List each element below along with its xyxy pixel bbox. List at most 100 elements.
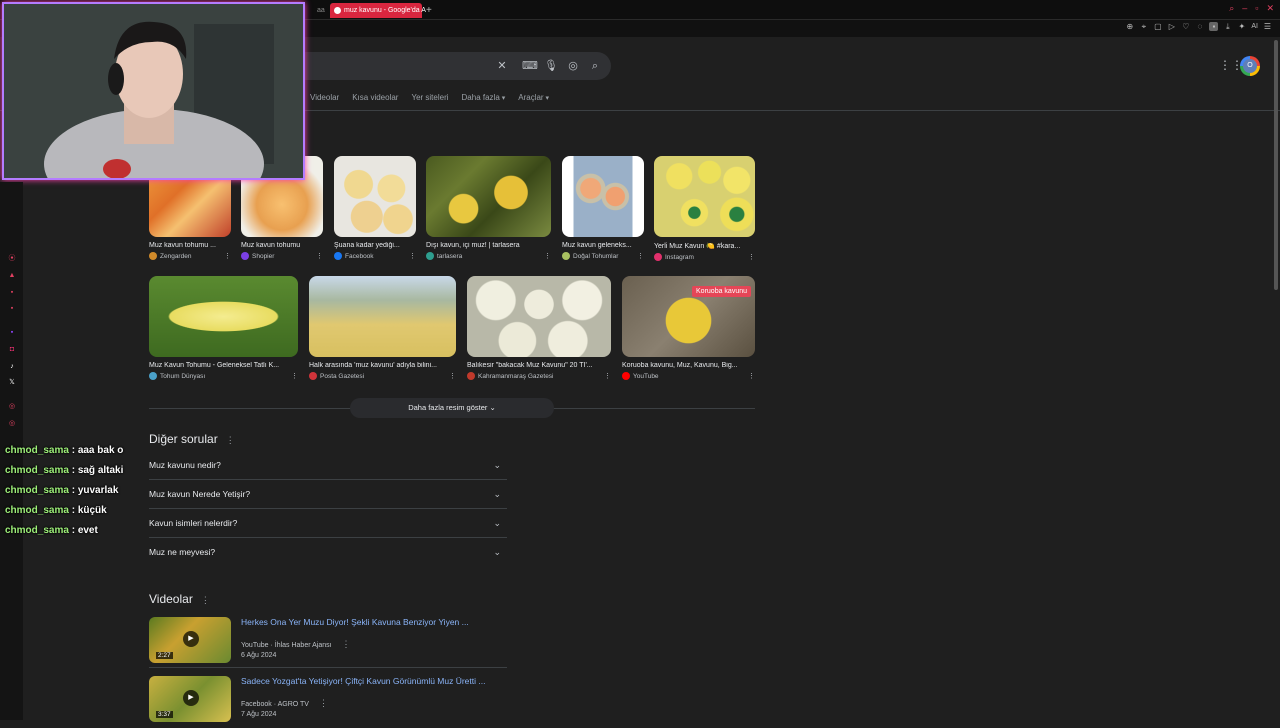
tab-more[interactable]: Daha fazla <box>462 93 506 102</box>
clear-icon[interactable]: ✕ <box>495 59 509 73</box>
paa-question[interactable]: Muz kavunu nedir? ⌄ <box>149 451 507 480</box>
image-result[interactable]: Koruoba kavunu Koruoba kavunu, Muz, Kavu… <box>622 276 755 380</box>
extension-icon[interactable]: ▪ <box>1209 22 1219 31</box>
menu-icon[interactable]: ☰ <box>1263 22 1272 31</box>
video-result[interactable]: ▶ 2:27 Herkes Ona Yer Muzu Diyor! Şekli … <box>149 617 507 668</box>
more-options-icon[interactable]: ⋮ <box>291 372 298 380</box>
video-thumbnail[interactable]: ▶ 2:27 <box>149 617 231 663</box>
source-name: Facebook <box>345 252 374 260</box>
paa-question[interactable]: Muz ne meyvesi? ⌄ <box>149 538 507 567</box>
tab-google-search[interactable]: muz kavunu - Google'da A <box>330 3 426 18</box>
image-thumbnail[interactable] <box>654 156 755 237</box>
chat-icon[interactable]: ◌ <box>1195 22 1204 31</box>
minimize-icon[interactable]: – <box>1242 3 1247 14</box>
x-icon: 𝕏 <box>9 379 15 386</box>
more-options-icon[interactable]: ⋮ <box>201 595 210 605</box>
image-title[interactable]: Dışı kavun, içi muz! | tarlasera <box>426 242 551 249</box>
paa-question[interactable]: Muz kavun Nerede Yetişir? ⌄ <box>149 480 507 509</box>
image-title[interactable]: Muz kavun tohumu <box>241 242 323 249</box>
image-source: Doğal Tohumlar <box>562 252 644 260</box>
image-result[interactable]: Balıkesir "bakacak Muz Kavunu" 20 TI'...… <box>467 276 611 380</box>
image-title[interactable]: Muz Kavun Tohumu - Geleneksel Tatlı K... <box>149 362 298 369</box>
image-thumbnail[interactable] <box>426 156 551 237</box>
paa-question[interactable]: Kavun isimleri nelerdir? ⌄ <box>149 509 507 538</box>
image-title[interactable]: Yerli Muz Kavun 🍋 #kara... <box>654 242 755 250</box>
more-options-icon[interactable]: ⋮ <box>544 252 551 260</box>
message-icon: ▪ <box>10 289 14 296</box>
image-source: Facebook <box>334 252 416 260</box>
source-favicon-icon <box>241 252 249 260</box>
image-title[interactable]: Muz kavun tohumu ... <box>149 242 231 249</box>
more-options-icon[interactable]: ⋮ <box>637 252 644 260</box>
more-options-icon[interactable]: ⋮ <box>748 372 755 380</box>
zoom-icon[interactable]: ⊕ <box>1125 22 1134 31</box>
video-title[interactable]: Herkes Ona Yer Muzu Diyor! Şekli Kavuna … <box>241 617 469 627</box>
tab-training[interactable]: aaining <box>303 3 325 18</box>
image-source: tarlasera <box>426 252 551 260</box>
search-icon[interactable]: ⌕ <box>1229 3 1234 14</box>
tab-places[interactable]: Yer siteleri <box>411 93 448 102</box>
image-title[interactable]: Şuana kadar yediği... <box>334 242 416 249</box>
pin-icon[interactable]: ⌖ <box>1139 22 1148 31</box>
tab-tools[interactable]: Araçlar <box>518 93 549 102</box>
image-title[interactable]: Koruoba kavunu, Muz, Kavunu, Big... <box>622 362 755 369</box>
image-result[interactable]: Dışı kavun, içi muz! | tarlasera tarlase… <box>426 156 551 260</box>
apps-grid-icon[interactable]: ⋮⋮ <box>1219 59 1243 71</box>
image-result[interactable]: Muz kavun geleneks... Doğal Tohumlar ⋮ <box>562 156 644 260</box>
image-thumbnail[interactable] <box>562 156 644 237</box>
tab-short-videos[interactable]: Kısa videolar <box>352 93 398 102</box>
new-tab-button[interactable]: + <box>426 3 432 18</box>
video-channel: AGRO TV <box>277 701 309 708</box>
more-options-icon[interactable]: ⋮ <box>409 252 416 260</box>
image-result[interactable]: Yerli Muz Kavun 🍋 #kara... Instagram ⋮ <box>654 156 755 261</box>
ai-button[interactable]: AI <box>1251 23 1258 30</box>
more-options-icon[interactable]: ⋮ <box>449 372 456 380</box>
window-controls: ⌕ – ▫ ✕ <box>1229 3 1274 14</box>
maximize-icon[interactable]: ▫ <box>1255 3 1258 14</box>
image-result[interactable]: Muz Kavun Tohumu - Geleneksel Tatlı K...… <box>149 276 298 380</box>
download-icon[interactable]: ⤓ <box>1223 22 1232 31</box>
image-title[interactable]: Halk arasında 'muz kavunu' adıyla bilini… <box>309 362 456 369</box>
heart-icon[interactable]: ♡ <box>1181 22 1190 31</box>
page-scrollbar[interactable] <box>1274 40 1278 290</box>
image-result[interactable]: Halk arasında 'muz kavunu' adıyla bilini… <box>309 276 456 380</box>
search-icon[interactable]: ⌕ <box>588 59 602 73</box>
lens-icon[interactable]: ◎ <box>566 59 580 73</box>
image-thumbnail[interactable] <box>149 276 298 357</box>
screenshot-icon[interactable]: ▢ <box>1153 22 1162 31</box>
video-result[interactable]: ▶ 3:37 Sadece Yozgat'ta Yetişiyor! Çiftç… <box>149 676 507 728</box>
more-options-icon[interactable]: ⋮ <box>319 698 328 708</box>
more-options-icon[interactable]: ⋮ <box>224 252 231 260</box>
image-result[interactable]: Şuana kadar yediği... Facebook ⋮ <box>334 156 416 260</box>
tab-videos[interactable]: Videolar <box>310 93 339 102</box>
microphone-icon[interactable]: 🎙 <box>544 59 558 73</box>
source-name: Posta Gazetesi <box>320 372 365 380</box>
image-title[interactable]: Muz kavun geleneks... <box>562 242 644 249</box>
source-favicon-icon <box>149 372 157 380</box>
video-date: 6 Ağu 2024 <box>241 652 277 659</box>
avatar[interactable]: O <box>1240 56 1260 76</box>
image-thumbnail[interactable]: Koruoba kavunu <box>622 276 755 357</box>
more-options-icon[interactable]: ⋮ <box>604 372 611 380</box>
video-title[interactable]: Sadece Yozgat'ta Yetişiyor! Çiftçi Kavun… <box>241 676 485 686</box>
chat-text: yuvarlak <box>77 485 119 496</box>
more-options-icon[interactable]: ⋮ <box>226 435 235 445</box>
chevron-down-icon: ⌄ <box>493 547 501 557</box>
more-options-icon[interactable]: ⋮ <box>316 252 323 260</box>
image-source: YouTube <box>622 372 755 380</box>
image-thumbnail[interactable] <box>334 156 416 237</box>
more-options-icon[interactable]: ⋮ <box>342 639 351 649</box>
search-input[interactable]: ✕ ⌨ 🎙 ◎ ⌕ <box>305 52 611 80</box>
keyboard-icon[interactable]: ⌨ <box>522 59 538 73</box>
show-more-images-button[interactable]: Daha fazla resim göster ⌄ <box>350 398 554 418</box>
image-thumbnail[interactable] <box>309 276 456 357</box>
sparkle-icon[interactable]: ✦ <box>1237 22 1246 31</box>
image-title[interactable]: Balıkesir "bakacak Muz Kavunu" 20 TI'... <box>467 362 611 369</box>
play-icon[interactable]: ▷ <box>1167 22 1176 31</box>
close-icon[interactable]: ✕ <box>1266 3 1274 14</box>
more-options-icon[interactable]: ⋮ <box>748 253 755 261</box>
source-favicon-icon <box>309 372 317 380</box>
image-thumbnail[interactable] <box>467 276 611 357</box>
alert-icon: ⦿ <box>8 255 16 262</box>
video-thumbnail[interactable]: ▶ 3:37 <box>149 676 231 722</box>
